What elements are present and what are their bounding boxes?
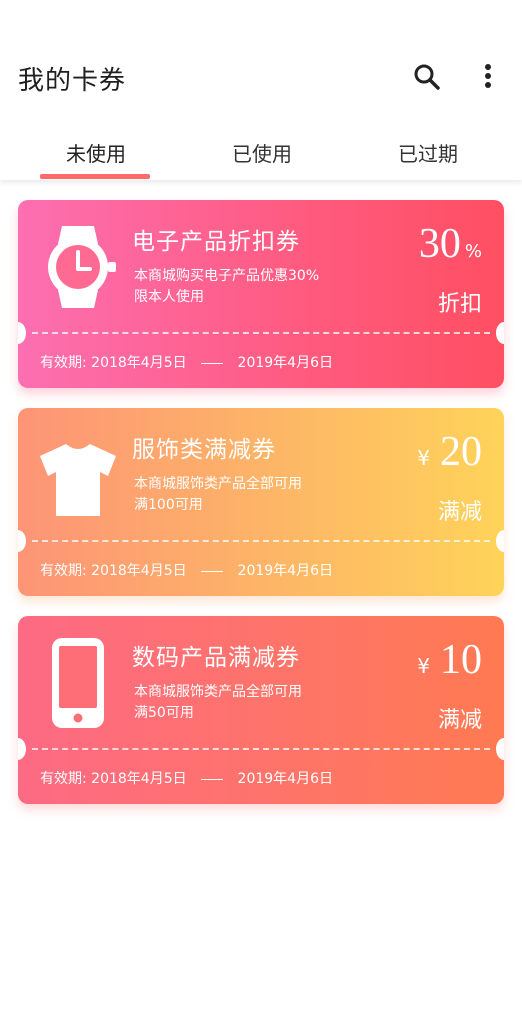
ticket-notch	[18, 322, 26, 344]
tab-unused[interactable]: 未使用	[36, 138, 156, 167]
coupon-amount: 30	[418, 221, 461, 267]
valid-to: 2019年4月6日	[237, 771, 333, 787]
ticket-notch	[496, 530, 504, 552]
valid-to: 2019年4月6日	[237, 563, 333, 579]
ticket-notch	[496, 322, 504, 344]
coupon-unit: %	[464, 241, 482, 262]
coupon-amount: 20	[440, 429, 482, 475]
coupon-value: ¥20	[417, 428, 482, 476]
tshirt-icon	[40, 444, 116, 516]
perforation-divider	[32, 540, 490, 542]
validity-label: 有效期:	[40, 771, 87, 787]
coupon-description: 本商城服饰类产品全部可用 满100可用	[134, 474, 374, 516]
coupon-description: 本商城购买电子产品优惠30% 限本人使用	[134, 266, 374, 308]
search-icon	[414, 64, 440, 90]
coupon-desc-line: 本商城服饰类产品全部可用	[134, 476, 302, 492]
coupon-validity: 有效期: 2018年4月5日 2019年4月6日	[40, 560, 333, 580]
coupon-card[interactable]: 数码产品满减券 本商城服饰类产品全部可用 满50可用 ¥10 满减 有效期: 2…	[18, 616, 504, 804]
coupon-title: 服饰类满减券	[132, 437, 276, 463]
date-separator	[201, 570, 224, 572]
tab-expired[interactable]: 已过期	[368, 138, 488, 167]
more-vertical-icon	[485, 64, 491, 88]
ticket-notch	[18, 530, 26, 552]
currency-symbol: ¥	[417, 654, 430, 678]
search-button[interactable]	[412, 62, 442, 92]
coupon-description: 本商城服饰类产品全部可用 满50可用	[134, 682, 374, 724]
ticket-notch	[496, 738, 504, 760]
coupon-desc-line: 限本人使用	[134, 289, 204, 305]
phone-icon	[52, 638, 104, 728]
coupon-title: 电子产品折扣券	[132, 229, 300, 255]
coupon-desc-line: 本商城服饰类产品全部可用	[134, 684, 302, 700]
coupon-card[interactable]: 服饰类满减券 本商城服饰类产品全部可用 满100可用 ¥20 满减 有效期: 2…	[18, 408, 504, 596]
coupon-value: 30%	[419, 220, 482, 268]
coupon-value: ¥10	[417, 636, 482, 684]
coupon-desc-line: 满100可用	[134, 497, 203, 513]
active-tab-indicator	[40, 174, 150, 179]
valid-to: 2019年4月6日	[237, 355, 333, 371]
date-separator	[201, 778, 224, 780]
currency-symbol: ¥	[417, 446, 430, 470]
validity-label: 有效期:	[40, 563, 87, 579]
date-separator	[201, 362, 224, 364]
coupon-validity: 有效期: 2018年4月5日 2019年4月6日	[40, 352, 333, 372]
coupon-amount: 10	[440, 637, 482, 683]
perforation-divider	[32, 748, 490, 750]
coupon-validity: 有效期: 2018年4月5日 2019年4月6日	[40, 768, 333, 788]
coupon-card[interactable]: 电子产品折扣券 本商城购买电子产品优惠30% 限本人使用 30% 折扣 有效期:…	[18, 200, 504, 388]
page-title: 我的卡券	[18, 66, 127, 96]
valid-from: 2018年4月5日	[91, 563, 187, 579]
validity-label: 有效期:	[40, 355, 87, 371]
coupon-desc-line: 满50可用	[134, 705, 194, 721]
tab-used[interactable]: 已使用	[202, 138, 322, 167]
coupon-title: 数码产品满减券	[132, 645, 300, 671]
tab-bar: 未使用 已使用 已过期	[0, 128, 522, 180]
coupon-type: 满减	[437, 708, 482, 733]
watch-icon	[48, 226, 116, 308]
coupon-type: 满减	[437, 500, 482, 525]
ticket-notch	[18, 738, 26, 760]
more-options-button[interactable]	[478, 62, 498, 92]
coupon-type: 折扣	[437, 292, 482, 317]
valid-from: 2018年4月5日	[91, 355, 187, 371]
app-bar: 我的卡券	[0, 0, 522, 120]
coupon-desc-line: 本商城购买电子产品优惠30%	[134, 268, 320, 284]
perforation-divider	[32, 332, 490, 334]
valid-from: 2018年4月5日	[91, 771, 187, 787]
